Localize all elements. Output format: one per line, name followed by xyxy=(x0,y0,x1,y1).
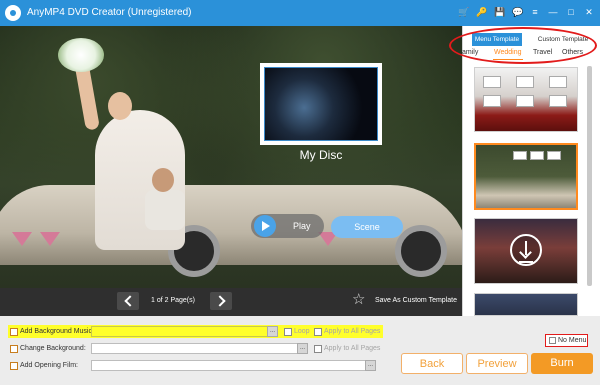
template-thumbnail[interactable] xyxy=(474,293,578,316)
template-scrollbar[interactable] xyxy=(587,66,592,286)
cart-icon[interactable]: 🛒 xyxy=(458,6,469,18)
add-background-music-label: Add Background Music: xyxy=(20,328,94,335)
save-icon[interactable]: 💾 xyxy=(494,6,505,18)
close-icon[interactable]: ✕ xyxy=(584,6,594,18)
save-as-custom-template-button[interactable]: Save As Custom Template xyxy=(375,297,457,304)
key-icon[interactable]: 🔑 xyxy=(476,6,487,18)
apply-background-all-pages-label: Apply to All Pages xyxy=(324,345,381,352)
download-icon-base xyxy=(519,261,533,263)
photo-frame xyxy=(516,76,534,88)
background-music-field[interactable] xyxy=(91,326,268,337)
no-menu-label: No Menu xyxy=(558,337,587,344)
photo-frame xyxy=(547,151,561,160)
photo-frame xyxy=(513,151,527,160)
bouquet-image xyxy=(58,38,104,72)
scene-label[interactable]: Scene xyxy=(331,222,403,232)
bride-head xyxy=(108,92,132,120)
photo-frame xyxy=(516,95,534,107)
app-logo-icon xyxy=(5,5,21,21)
apply-background-all-pages-checkbox[interactable] xyxy=(314,345,322,353)
change-background-label: Change Background: xyxy=(20,345,86,352)
annotation-circle xyxy=(449,27,597,64)
star-icon[interactable]: ☆ xyxy=(352,292,365,308)
burn-button[interactable]: Burn xyxy=(531,353,593,374)
background-browse-button[interactable]: ... xyxy=(297,343,308,354)
title-bar: AnyMP4 DVD Creator (Unregistered) 🛒 🔑 💾 … xyxy=(0,0,600,26)
photo-frame xyxy=(549,95,567,107)
window-title: AnyMP4 DVD Creator (Unregistered) xyxy=(27,7,192,18)
preview-button[interactable]: Preview xyxy=(466,353,528,374)
no-menu-checkbox[interactable] xyxy=(549,337,556,344)
photo-frame xyxy=(483,95,501,107)
add-opening-film-label: Add Opening Film: xyxy=(20,362,78,369)
groom-figure xyxy=(145,190,185,230)
car-wheel xyxy=(395,225,447,277)
background-field[interactable] xyxy=(91,343,298,354)
disc-thumbnail[interactable] xyxy=(260,63,382,145)
titlebar-icons: 🛒 🔑 💾 💬 ≡ — □ ✕ xyxy=(458,6,594,18)
add-background-music-checkbox[interactable] xyxy=(10,328,18,336)
page-indicator: 1 of 2 Page(s) xyxy=(151,297,195,304)
earth-image xyxy=(264,67,378,141)
photo-frame xyxy=(530,151,544,160)
play-label[interactable]: Play xyxy=(293,221,311,231)
apply-music-all-pages-label: Apply to All Pages xyxy=(324,328,381,335)
previous-page-button[interactable] xyxy=(117,292,139,310)
apply-music-all-pages-checkbox[interactable] xyxy=(314,328,322,336)
photo-frame xyxy=(549,76,567,88)
menu-icon[interactable]: ≡ xyxy=(530,6,540,18)
photo-frame xyxy=(483,76,501,88)
background-music-browse-button[interactable]: ... xyxy=(267,326,278,337)
loop-checkbox[interactable] xyxy=(284,328,292,336)
chat-icon[interactable]: 💬 xyxy=(512,6,523,18)
add-opening-film-checkbox[interactable] xyxy=(10,362,18,370)
disc-title[interactable]: My Disc xyxy=(262,148,380,162)
loop-label: Loop xyxy=(294,328,310,335)
play-icon[interactable] xyxy=(254,215,276,237)
opening-film-browse-button[interactable]: ... xyxy=(365,360,376,371)
maximize-icon[interactable]: □ xyxy=(566,6,576,18)
minimize-icon[interactable]: — xyxy=(548,6,558,18)
opening-film-field[interactable] xyxy=(91,360,366,371)
change-background-checkbox[interactable] xyxy=(10,345,18,353)
groom-head xyxy=(152,168,174,192)
back-button[interactable]: Back xyxy=(401,353,463,374)
next-page-button[interactable] xyxy=(210,292,232,310)
